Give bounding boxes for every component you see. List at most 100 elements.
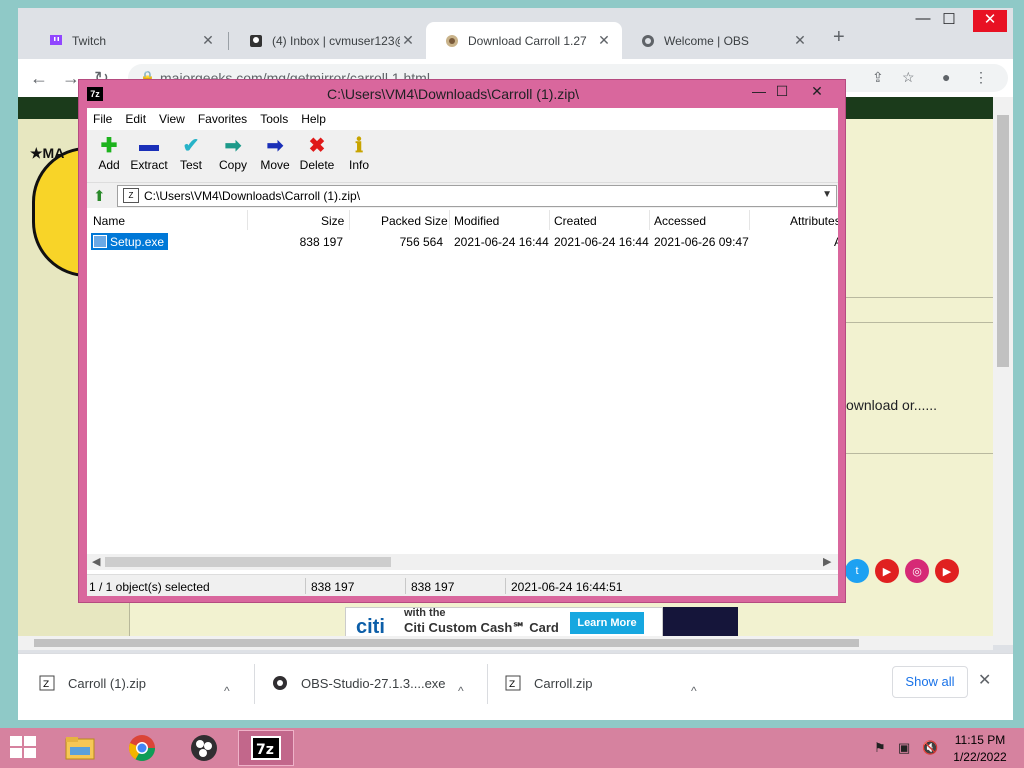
volume-muted-icon[interactable]: 🔇 — [922, 740, 938, 756]
column-created[interactable]: Created — [554, 214, 597, 228]
test-button[interactable]: ✔ Test — [169, 132, 213, 173]
column-separator[interactable] — [449, 210, 450, 230]
table-row[interactable]: Setup.exe 838 197 756 564 2021-06-24 16:… — [87, 232, 838, 250]
share-icon[interactable]: ⇪ — [872, 69, 884, 86]
back-icon[interactable]: ← — [30, 68, 48, 89]
file-list-horizontal-scrollbar[interactable]: ◀ ▶ — [87, 554, 838, 570]
column-separator[interactable] — [349, 210, 350, 230]
chevron-up-icon[interactable]: ^ — [458, 684, 464, 698]
tab-download-carroll[interactable]: Download Carroll 1.27 ✕ — [426, 22, 622, 59]
menu-dots-icon[interactable]: ⋮ — [974, 69, 988, 86]
7zip-client-area: File Edit View Favorites Tools Help ✚ Ad… — [87, 108, 838, 596]
close-icon[interactable]: ✕ — [792, 32, 808, 49]
chevron-up-icon[interactable]: ^ — [224, 684, 230, 698]
status-size: 838 197 — [311, 580, 355, 594]
network-icon[interactable]: ▣ — [898, 740, 910, 756]
menu-edit[interactable]: Edit — [125, 112, 146, 126]
divider — [846, 453, 993, 454]
ad-line2: Citi Custom Cash℠ Card — [404, 620, 559, 635]
download-item[interactable]: Z Carroll (1).zip — [38, 668, 146, 698]
chevron-right-icon[interactable]: ▶ — [823, 555, 831, 568]
download-item[interactable]: OBS-Studio-27.1.3....exe — [271, 668, 446, 698]
test-icon: ✔ — [182, 134, 200, 157]
tool-label: Test — [179, 158, 202, 172]
scroll-thumb[interactable] — [34, 639, 859, 647]
menu-file[interactable]: File — [93, 112, 112, 126]
page-horizontal-scrollbar[interactable] — [18, 636, 993, 650]
archive-icon: Z — [123, 188, 139, 203]
cell-packed-size: 756 564 — [399, 235, 443, 249]
column-separator[interactable] — [247, 210, 248, 230]
7zip-window: 7z C:\Users\VM4\Downloads\Carroll (1).zi… — [78, 79, 846, 603]
page-vertical-scrollbar[interactable] — [993, 97, 1013, 645]
clock-date: 1/22/2022 — [953, 750, 1007, 764]
extract-icon: ▬ — [139, 133, 159, 156]
cell-accessed: 2021-06-26 09:47 — [654, 235, 749, 249]
scroll-thumb[interactable] — [997, 115, 1009, 367]
7zip-taskbar-icon[interactable]: 7z — [238, 730, 294, 766]
exe-file-icon — [93, 235, 107, 248]
scroll-thumb[interactable] — [105, 557, 391, 567]
learn-more-button[interactable]: Learn More — [570, 612, 644, 634]
menu-help[interactable]: Help — [301, 112, 326, 126]
column-size[interactable]: Size — [321, 214, 344, 228]
close-window-button[interactable]: ✕ — [973, 10, 1007, 32]
divider — [254, 664, 255, 704]
chevron-up-icon[interactable]: ^ — [691, 684, 697, 698]
add-button[interactable]: ✚ Add — [87, 132, 131, 173]
column-packed-size[interactable]: Packed Size — [381, 214, 448, 228]
globe-icon — [640, 33, 656, 49]
divider — [305, 578, 306, 594]
clock[interactable]: 11:15 PM 1/22/2022 — [952, 733, 1008, 764]
youtube-icon[interactable]: ▶ — [875, 559, 899, 583]
twitter-icon[interactable]: t — [845, 559, 869, 583]
tab-twitch[interactable]: Twitch ✕ — [30, 22, 226, 59]
column-attributes[interactable]: Attributes — [790, 214, 838, 228]
delete-button[interactable]: ✖ Delete — [295, 132, 339, 173]
file-name-cell[interactable]: Setup.exe — [91, 233, 169, 250]
download-item[interactable]: Z Carroll.zip — [504, 668, 593, 698]
chevron-left-icon[interactable]: ◀ — [92, 555, 100, 568]
column-name[interactable]: Name — [93, 214, 125, 228]
close-icon[interactable]: ✕ — [400, 32, 416, 49]
download-filename: Carroll (1).zip — [68, 675, 147, 691]
menu-tools[interactable]: Tools — [260, 112, 288, 126]
column-accessed[interactable]: Accessed — [654, 214, 706, 228]
close-icon[interactable]: ✕ — [596, 32, 612, 49]
copy-button[interactable]: ➡ Copy — [211, 132, 255, 173]
new-tab-button[interactable]: + — [833, 26, 845, 49]
7zip-title-bar[interactable]: 7z C:\Users\VM4\Downloads\Carroll (1).zi… — [79, 80, 845, 108]
column-separator[interactable] — [649, 210, 650, 230]
profile-icon[interactable]: ● — [942, 69, 950, 85]
menu-view[interactable]: View — [159, 112, 185, 126]
tab-obs[interactable]: Welcome | OBS ✕ — [622, 22, 818, 59]
menu-favorites[interactable]: Favorites — [198, 112, 247, 126]
close-icon[interactable]: ✕ — [978, 670, 991, 690]
file-explorer-icon[interactable] — [52, 730, 108, 766]
maximize-button[interactable]: ☐ — [767, 83, 797, 100]
column-modified[interactable]: Modified — [454, 214, 499, 228]
chevron-down-icon[interactable]: ▼ — [822, 189, 832, 200]
close-icon[interactable]: ✕ — [200, 32, 216, 49]
flag-icon[interactable]: ⚑ — [874, 740, 886, 756]
windows-start-button[interactable] — [10, 736, 38, 760]
show-all-button[interactable]: Show all — [892, 666, 968, 698]
instagram-icon[interactable]: ◎ — [905, 559, 929, 583]
bookmark-star-icon[interactable]: ☆ — [902, 69, 915, 86]
path-combobox[interactable]: Z C:\Users\VM4\Downloads\Carroll (1).zip… — [117, 185, 837, 207]
obs-icon[interactable] — [176, 730, 232, 766]
column-separator[interactable] — [749, 210, 750, 230]
maximize-button[interactable]: ☐ — [932, 10, 966, 28]
site-logo-text: ★MA — [30, 145, 65, 161]
youtube-icon[interactable]: ▶ — [935, 559, 959, 583]
folder-up-icon[interactable]: ⬆ — [93, 187, 106, 205]
column-separator[interactable] — [549, 210, 550, 230]
chrome-icon[interactable] — [114, 730, 170, 766]
move-button[interactable]: ➡ Move — [253, 132, 297, 173]
tab-inbox[interactable]: (4) Inbox | cvmuser123@ ✕ — [230, 22, 426, 59]
info-button[interactable]: ℹ Info — [337, 132, 381, 173]
close-window-button[interactable]: ✕ — [802, 83, 832, 100]
tool-label: Add — [98, 158, 120, 172]
extract-button[interactable]: ▬ Extract — [127, 132, 171, 173]
cell-modified: 2021-06-24 16:44 — [454, 235, 549, 249]
